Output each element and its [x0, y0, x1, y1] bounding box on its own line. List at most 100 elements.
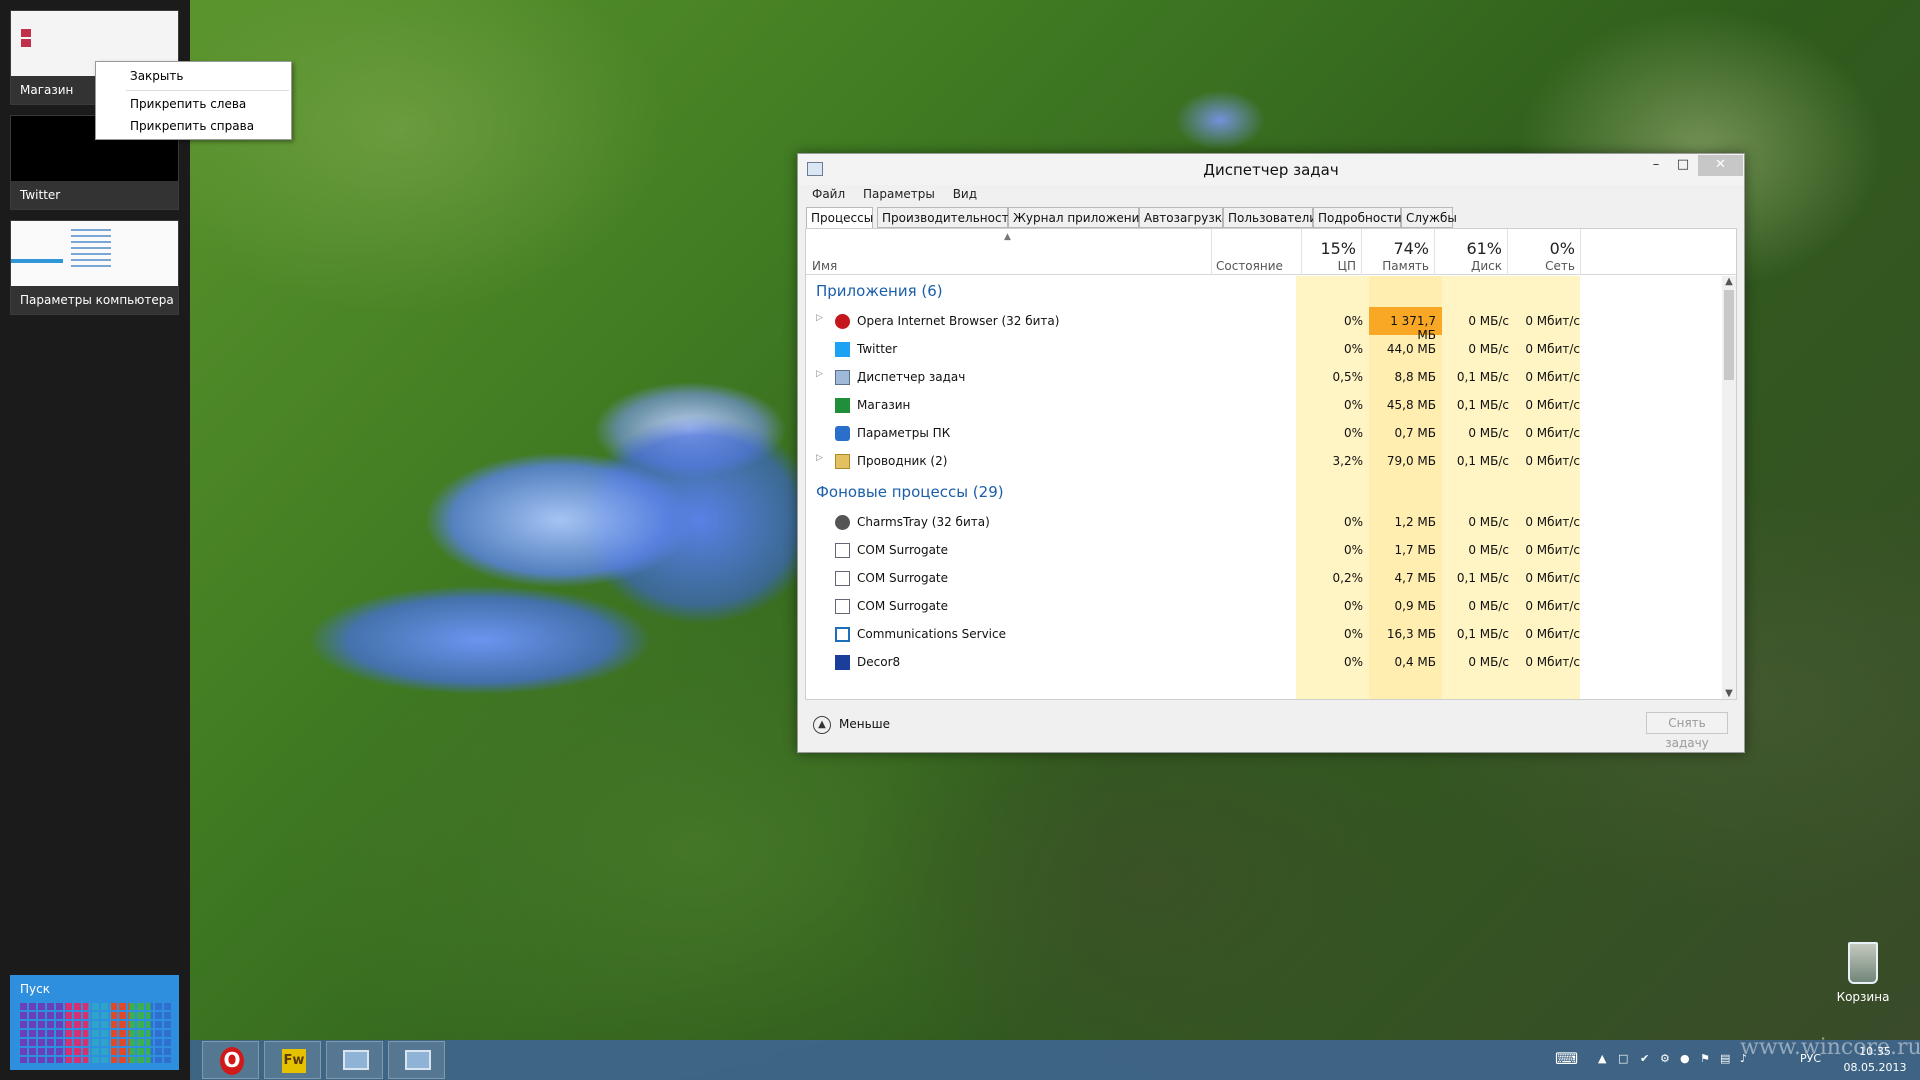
- process-cpu-value: 0,2%: [1332, 571, 1364, 585]
- process-mem-value: 45,8 МБ: [1386, 398, 1436, 412]
- process-row[interactable]: Twitter 0% 44,0 МБ 0 МБ/с 0 Мбит/с: [806, 335, 1722, 363]
- menu-item-close[interactable]: Закрыть: [130, 69, 183, 83]
- process-net-value: 0 Мбит/с: [1525, 398, 1580, 412]
- process-cpu-value: 0%: [1343, 426, 1363, 440]
- tab-app-history[interactable]: Журнал приложений: [1008, 207, 1147, 228]
- process-row[interactable]: COM Surrogate 0,2% 4,7 МБ 0,1 МБ/с 0 Мбит/с: [806, 564, 1722, 592]
- menu-view[interactable]: Вид: [953, 187, 977, 201]
- process-cpu-value: 0%: [1343, 543, 1363, 557]
- menu-item-snap-left[interactable]: Прикрепить слева: [130, 97, 246, 111]
- expand-arrow-icon[interactable]: ▷: [816, 453, 823, 463]
- menu-options[interactable]: Параметры: [863, 187, 935, 201]
- column-header-name[interactable]: Имя: [812, 259, 837, 273]
- expand-arrow-icon[interactable]: ▷: [816, 369, 823, 379]
- scrollbar-thumb[interactable]: [1724, 290, 1734, 380]
- task-manager-window: Диспетчер задач – □ ✕ Файл Параметры Вид…: [797, 153, 1745, 753]
- tab-processes[interactable]: Процессы: [806, 207, 873, 229]
- start-screen-preview: [20, 1003, 172, 1063]
- twitter-icon: [835, 342, 850, 357]
- process-cpu-value: 3,2%: [1332, 454, 1364, 468]
- process-icon: [835, 543, 850, 558]
- process-net-value: 0 Мбит/с: [1525, 515, 1580, 529]
- monitor-settings-icon: [343, 1050, 369, 1070]
- network-icon[interactable]: ▤: [1720, 1052, 1730, 1065]
- tab-services[interactable]: Службы: [1401, 207, 1457, 228]
- process-disk-value: 0,1 МБ/с: [1456, 627, 1509, 641]
- flag-icon[interactable]: ⚑: [1700, 1052, 1710, 1065]
- keyboard-icon[interactable]: ⌨: [1555, 1049, 1578, 1068]
- process-name: Twitter: [857, 342, 898, 356]
- fewer-details-link[interactable]: Меньше: [839, 717, 890, 731]
- scroll-down-icon[interactable]: ▼: [1722, 688, 1736, 699]
- process-cpu-value: 0%: [1343, 515, 1363, 529]
- taskbar-fireworks[interactable]: Fw: [264, 1041, 321, 1079]
- start-tile[interactable]: Пуск: [10, 975, 179, 1070]
- chevron-up-icon[interactable]: ▲: [813, 716, 831, 734]
- column-divider: [1507, 229, 1508, 275]
- taskbar-task-manager[interactable]: [388, 1041, 445, 1079]
- tray-gear-icon[interactable]: ⚙: [1660, 1052, 1670, 1065]
- column-header-net[interactable]: Сеть: [1515, 259, 1575, 273]
- process-row[interactable]: COM Surrogate 0% 1,7 МБ 0 МБ/с 0 Мбит/с: [806, 536, 1722, 564]
- scroll-up-icon[interactable]: ▲: [1722, 276, 1736, 287]
- process-row[interactable]: COM Surrogate 0% 0,9 МБ 0 МБ/с 0 Мбит/с: [806, 592, 1722, 620]
- close-button[interactable]: ✕: [1698, 155, 1743, 176]
- column-header-state[interactable]: Состояние: [1216, 259, 1283, 273]
- process-net-value: 0 Мбит/с: [1525, 370, 1580, 384]
- expand-arrow-icon[interactable]: ▷: [816, 313, 823, 323]
- process-row[interactable]: Параметры ПК 0% 0,7 МБ 0 МБ/с 0 Мбит/с: [806, 419, 1722, 447]
- column-header-disk-pct[interactable]: 61%: [1442, 239, 1502, 258]
- minimize-button[interactable]: –: [1643, 155, 1669, 176]
- process-disk-value: 0 МБ/с: [1468, 655, 1509, 669]
- end-task-button[interactable]: Снять задачу: [1646, 712, 1728, 750]
- process-cpu-value: 0%: [1343, 599, 1363, 613]
- opera-icon: [835, 314, 850, 329]
- menu-separator: [126, 90, 289, 91]
- process-row[interactable]: ▷ Проводник (2) 3,2% 79,0 МБ 0,1 МБ/с 0 Мбит/…: [806, 447, 1722, 475]
- process-name: Decor8: [857, 655, 901, 669]
- process-mem-value: 1,7 МБ: [1394, 543, 1436, 557]
- vertical-scrollbar[interactable]: ▲ ▼: [1722, 276, 1736, 699]
- process-row[interactable]: Communications Service 0% 16,3 МБ 0,1 МБ/с 0…: [806, 620, 1722, 648]
- group-header: Фоновые процессы (29): [816, 483, 1004, 501]
- process-row[interactable]: Decor8 0% 0,4 МБ 0 МБ/с 0 Мбит/с: [806, 648, 1722, 676]
- process-row[interactable]: ▷ Opera Internet Browser (32 бита) 0% 1 371…: [806, 307, 1722, 342]
- tray-expand-icon[interactable]: ▲: [1598, 1052, 1606, 1065]
- tab-details[interactable]: Подробности: [1313, 207, 1402, 228]
- process-disk-value: 0,1 МБ/с: [1456, 454, 1509, 468]
- column-header-cpu-pct[interactable]: 15%: [1296, 239, 1356, 258]
- tray-chat-icon[interactable]: ●: [1680, 1052, 1690, 1065]
- tab-startup[interactable]: Автозагрузка: [1139, 207, 1229, 228]
- menu-item-snap-right[interactable]: Прикрепить справа: [130, 119, 254, 133]
- taskbar-opera[interactable]: O: [202, 1041, 259, 1079]
- store-icon: [835, 398, 850, 413]
- recycle-bin[interactable]: Корзина: [1833, 942, 1893, 1004]
- process-row[interactable]: ▷ Диспетчер задач 0,5% 8,8 МБ 0,1 МБ/с 0 Мбит…: [806, 363, 1722, 391]
- sort-arrow-icon: ▲: [1004, 232, 1011, 242]
- taskbar-settings[interactable]: [326, 1041, 383, 1079]
- tray-app-icon[interactable]: □: [1618, 1052, 1628, 1065]
- column-header-mem-pct[interactable]: 74%: [1369, 239, 1429, 258]
- recycle-bin-icon: [1848, 942, 1878, 984]
- tab-users[interactable]: Пользователи: [1223, 207, 1317, 228]
- maximize-button[interactable]: □: [1670, 155, 1696, 176]
- switcher-thumb-label: Twitter: [11, 181, 178, 209]
- process-net-value: 0 Мбит/с: [1525, 627, 1580, 641]
- column-header-mem[interactable]: Память: [1369, 259, 1429, 273]
- process-net-value: 0 Мбит/с: [1525, 454, 1580, 468]
- menu-file[interactable]: Файл: [812, 187, 845, 201]
- process-name: Диспетчер задач: [857, 370, 966, 384]
- process-name: Communications Service: [857, 627, 1006, 641]
- column-header-net-pct[interactable]: 0%: [1515, 239, 1575, 258]
- process-row[interactable]: CharmsTray (32 бита) 0% 1,2 МБ 0 МБ/с 0 Мбит…: [806, 508, 1722, 536]
- title-bar[interactable]: Диспетчер задач – □ ✕: [798, 154, 1744, 185]
- column-header-cpu[interactable]: ЦП: [1296, 259, 1356, 273]
- process-row[interactable]: Магазин 0% 45,8 МБ 0,1 МБ/с 0 Мбит/с: [806, 391, 1722, 419]
- switcher-thumb-pc-settings[interactable]: Параметры компьютера: [10, 220, 179, 315]
- tab-performance[interactable]: Производительность: [877, 207, 1016, 228]
- tray-shield-icon[interactable]: ✔: [1640, 1052, 1649, 1065]
- column-header-disk[interactable]: Диск: [1442, 259, 1502, 273]
- column-divider: [1361, 229, 1362, 275]
- process-mem-value: 0,9 МБ: [1394, 599, 1436, 613]
- process-disk-value: 0 МБ/с: [1468, 599, 1509, 613]
